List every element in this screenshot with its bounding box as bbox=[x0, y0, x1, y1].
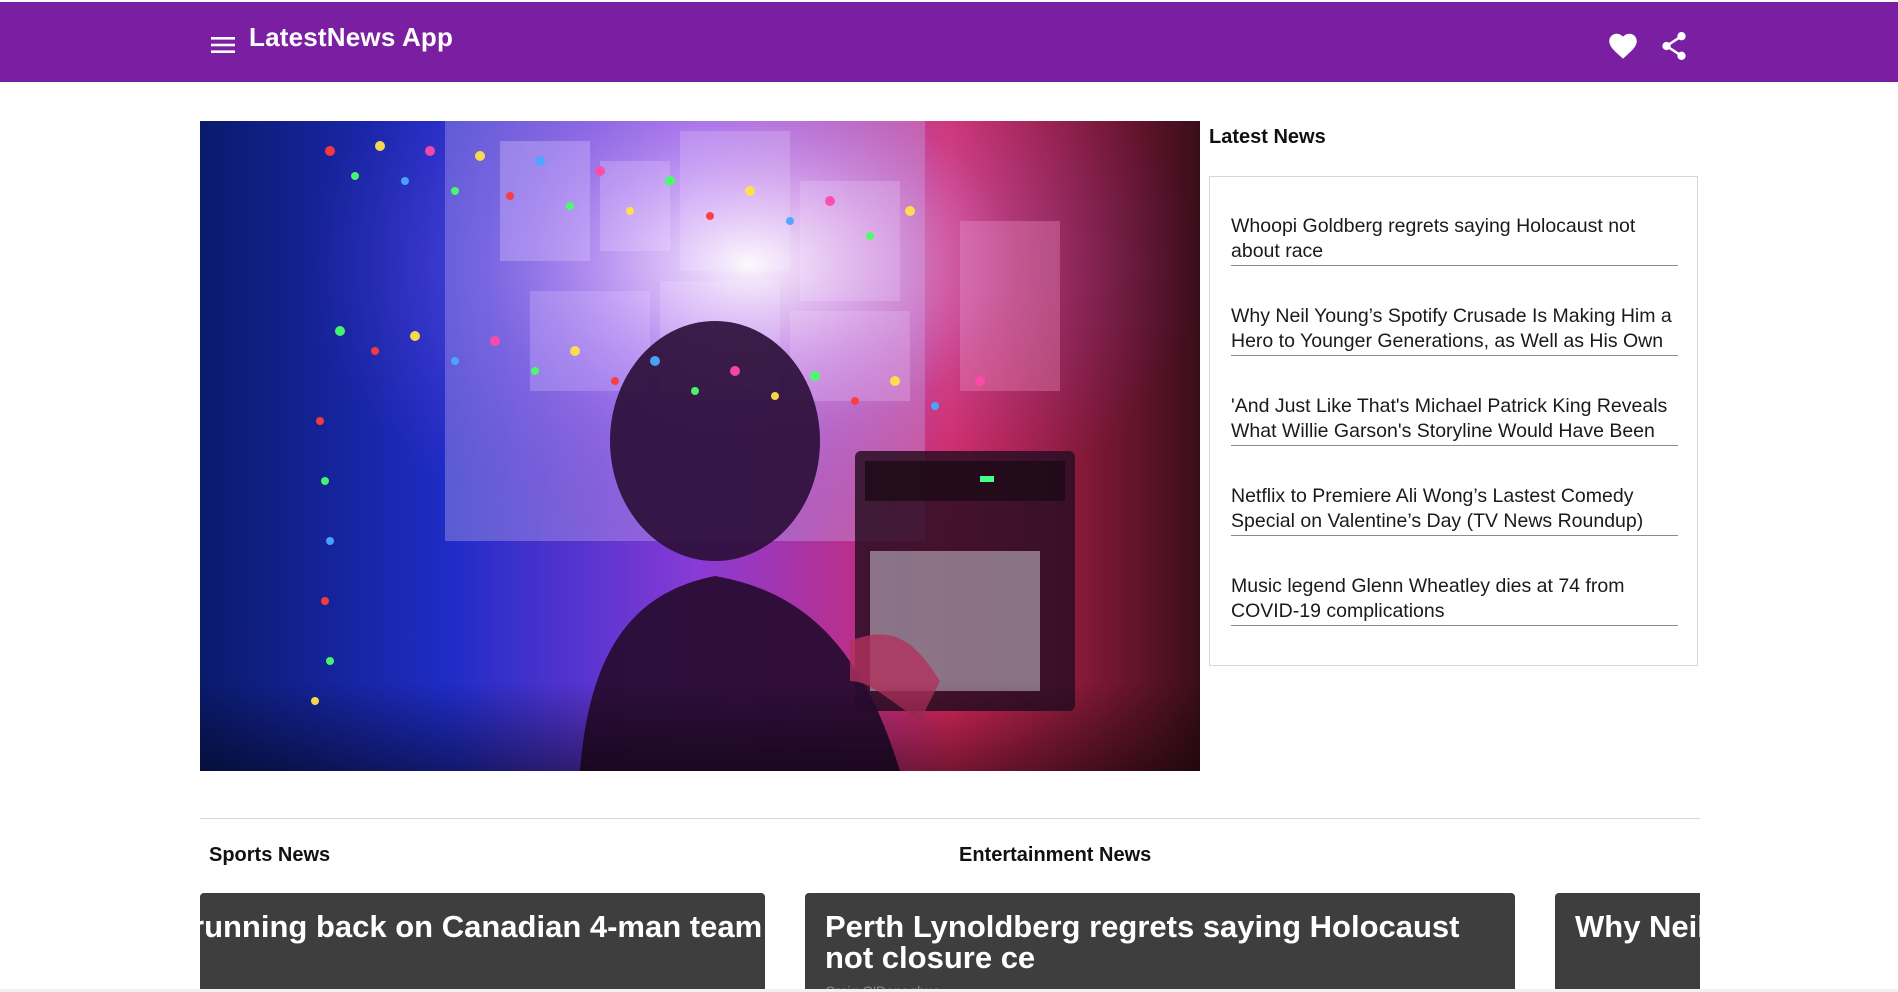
entertainment-news-card[interactable]: Perth Lynoldberg regrets saying Holocaus… bbox=[805, 893, 1515, 992]
share-icon bbox=[1662, 32, 1686, 60]
latest-news-item[interactable]: Whoopi Goldberg regrets saying Holocaust… bbox=[1231, 214, 1678, 266]
latest-news-item[interactable]: Music legend Glenn Wheatley dies at 74 f… bbox=[1231, 574, 1678, 626]
latest-news-item[interactable]: 'And Just Like That's Michael Patrick Ki… bbox=[1231, 394, 1678, 446]
section-divider bbox=[200, 818, 1700, 819]
latest-news-list: Whoopi Goldberg regrets saying Holocaust… bbox=[1209, 176, 1698, 666]
favorite-button[interactable] bbox=[1605, 28, 1641, 64]
menu-button[interactable] bbox=[208, 30, 238, 60]
latest-news-item[interactable]: Why Neil Young’s Spotify Crusade Is Maki… bbox=[1231, 304, 1678, 356]
app-bar: LatestNews App bbox=[0, 2, 1898, 82]
hero-image[interactable] bbox=[200, 121, 1200, 771]
card-title: Why Neil a Hero to Own bbox=[1575, 909, 1700, 944]
share-button[interactable] bbox=[1656, 28, 1692, 64]
menu-icon bbox=[211, 37, 235, 53]
entertainment-news-heading: Entertainment News bbox=[959, 844, 1152, 866]
card-title: Perth Lynoldberg regrets saying Holocaus… bbox=[825, 909, 1460, 975]
sports-news-card[interactable]: running back on Canadian 4-man team bbox=[200, 893, 765, 992]
latest-news-item[interactable]: Netflix to Premiere Ali Wong’s Lastest C… bbox=[1231, 484, 1678, 536]
entertainment-news-card[interactable]: Why Neil a Hero to Own bbox=[1555, 893, 1700, 992]
heart-icon bbox=[1609, 33, 1637, 59]
app-title: LatestNews App bbox=[249, 22, 454, 52]
sports-news-heading: Sports News bbox=[209, 844, 331, 866]
latest-news-heading: Latest News bbox=[1209, 126, 1326, 148]
card-title: running back on Canadian 4-man team bbox=[200, 909, 763, 944]
hero-illustration bbox=[200, 121, 1200, 771]
